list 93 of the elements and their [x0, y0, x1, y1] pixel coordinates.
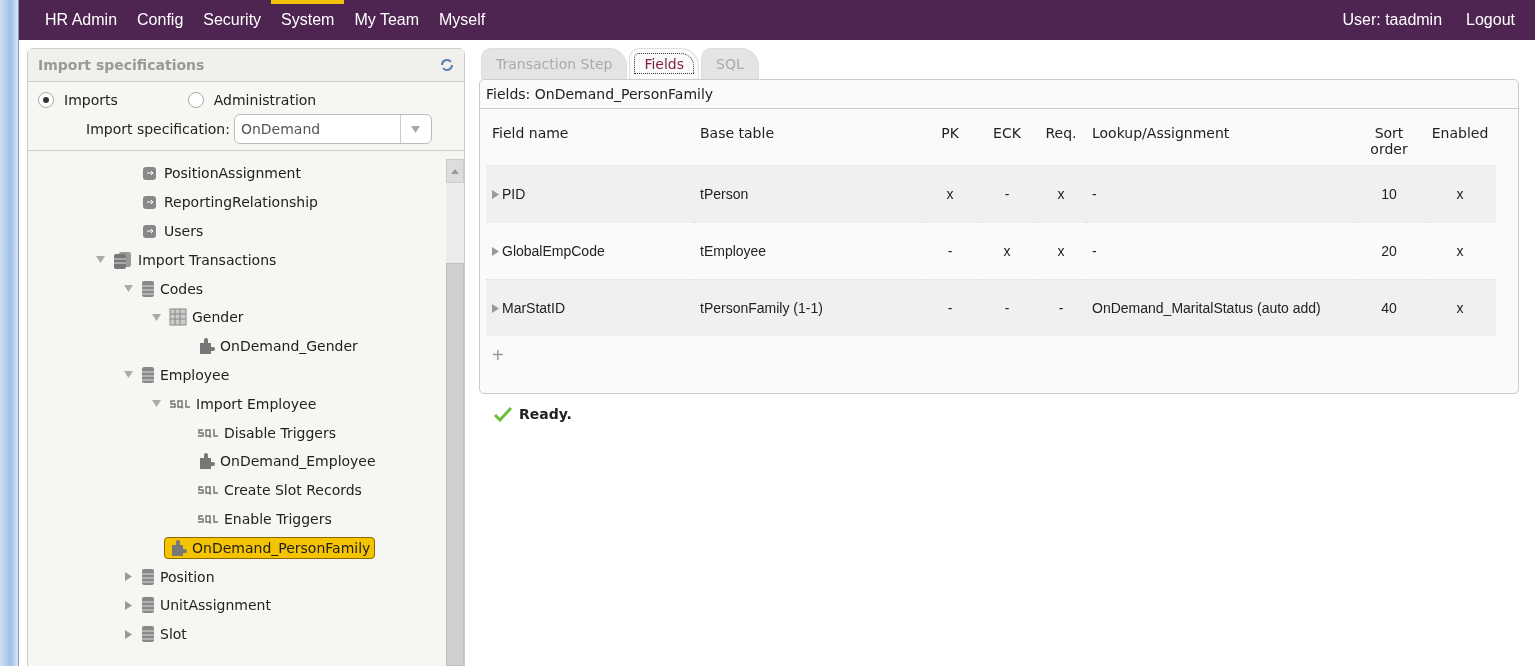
tree-item[interactable]: Enable Triggers	[192, 508, 337, 529]
expanded-icon[interactable]	[123, 285, 133, 293]
column-header: Enabled	[1430, 124, 1490, 143]
table-cell: x	[1424, 165, 1496, 222]
step-icon	[141, 222, 159, 240]
menu-item[interactable]: Config	[127, 0, 194, 40]
collapsed-icon[interactable]	[124, 572, 132, 582]
tree-item[interactable]: PositionAssignment	[136, 162, 306, 185]
database-icon	[141, 625, 155, 644]
expanded-icon[interactable]	[151, 400, 161, 408]
expanded-icon[interactable]	[95, 256, 105, 264]
sidebar-title: Import specifications	[38, 57, 205, 73]
puzzle-icon	[169, 538, 187, 557]
table-cell: 40	[1354, 279, 1424, 336]
collapsed-icon[interactable]	[124, 629, 132, 639]
column-header: PK	[940, 124, 960, 143]
menu-item[interactable]: HR Admin	[35, 0, 128, 40]
check-icon	[493, 406, 513, 422]
menu-item[interactable]: Myself	[429, 0, 496, 40]
table-cell: -	[978, 279, 1036, 336]
table-cell: x	[1036, 165, 1086, 222]
tree-item[interactable]: Create Slot Records	[192, 480, 367, 501]
radio-icon[interactable]	[187, 92, 204, 108]
database-icon	[141, 365, 155, 384]
table-cell: 10	[1354, 165, 1424, 222]
database-icon	[141, 596, 155, 615]
tree-item[interactable]: OnDemand_Gender	[192, 335, 363, 358]
field-name: MarStatID	[502, 300, 565, 316]
table-cell: tPersonFamily (1-1)	[694, 279, 922, 336]
database-icon	[141, 279, 155, 298]
column-header: Lookup/Assignment	[1091, 124, 1231, 143]
sql-icon	[197, 427, 219, 438]
column-header: Sort order	[1369, 124, 1409, 159]
field-label: Import specification:	[86, 121, 230, 137]
expand-icon[interactable]	[492, 303, 499, 313]
table-cell: x	[1424, 279, 1496, 336]
field-name: GlobalEmpCode	[502, 243, 605, 259]
table-cell: OnDemand_MaritalStatus (auto add)	[1086, 279, 1354, 336]
tree-item[interactable]: Employee	[136, 363, 235, 386]
table-cell: tPerson	[694, 165, 922, 222]
expand-icon[interactable]	[492, 189, 499, 199]
sql-icon	[197, 485, 219, 496]
radio-option[interactable]: Imports	[38, 92, 118, 108]
puzzle-icon	[197, 337, 215, 356]
expanded-icon[interactable]	[123, 371, 133, 379]
step-icon	[141, 164, 159, 183]
status-text: Ready.	[519, 406, 572, 422]
sql-icon	[169, 398, 191, 409]
tree-item[interactable]: UnitAssignment	[136, 594, 276, 617]
tree-item[interactable]: Codes	[136, 277, 209, 300]
tree-item[interactable]: Position	[136, 565, 220, 588]
table-cell: x	[922, 165, 978, 222]
dropdown-caret-icon[interactable]	[411, 125, 421, 133]
tree-item[interactable]: Import Transactions	[108, 248, 282, 271]
column-header: ECK	[992, 124, 1022, 143]
tree-item[interactable]: Gender	[164, 306, 249, 329]
table-cell: -	[922, 279, 978, 336]
panel-title: Fields: OnDemand_PersonFamily	[480, 80, 1518, 109]
refresh-icon[interactable]	[440, 58, 454, 72]
database-stack-icon	[113, 250, 133, 269]
grid-icon	[169, 308, 187, 327]
table-cell: -	[978, 165, 1036, 222]
table-cell: -	[1086, 165, 1354, 222]
collapsed-icon[interactable]	[124, 600, 132, 610]
menu-item[interactable]: Security	[193, 0, 272, 40]
scrollbar[interactable]	[446, 159, 464, 666]
radio-icon[interactable]	[38, 92, 54, 108]
tree-item[interactable]: Users	[136, 220, 209, 242]
tree-item[interactable]: Slot	[136, 623, 192, 646]
menu-item[interactable]: System	[271, 0, 345, 40]
column-header: Req.	[1044, 124, 1078, 143]
column-header: Field name	[491, 124, 570, 143]
tree-item[interactable]: Disable Triggers	[192, 422, 341, 443]
tree-item[interactable]: OnDemand_PersonFamily	[164, 536, 376, 559]
puzzle-icon	[197, 452, 215, 471]
tree-item[interactable]: ReportingRelationship	[136, 191, 323, 214]
tree-item[interactable]: Import Employee	[164, 393, 322, 414]
tab[interactable]: Fields	[629, 48, 700, 79]
spec-dropdown[interactable]: OnDemand	[233, 114, 432, 144]
step-icon	[141, 193, 159, 212]
expanded-icon[interactable]	[151, 313, 161, 321]
expand-icon[interactable]	[492, 246, 499, 256]
sql-icon	[197, 513, 219, 524]
radio-option[interactable]: Administration	[187, 92, 317, 108]
menu-item[interactable]: My Team	[344, 0, 430, 40]
field-name: PID	[502, 186, 526, 202]
user-label: User: taadmin	[1341, 10, 1444, 30]
logout-link[interactable]: Logout	[1456, 0, 1525, 40]
table-cell: -	[1036, 279, 1086, 336]
scroll-up-icon[interactable]	[451, 168, 459, 174]
database-icon	[141, 567, 155, 586]
tree-item[interactable]: OnDemand_Employee	[192, 450, 381, 473]
column-header: Base table	[699, 124, 775, 143]
